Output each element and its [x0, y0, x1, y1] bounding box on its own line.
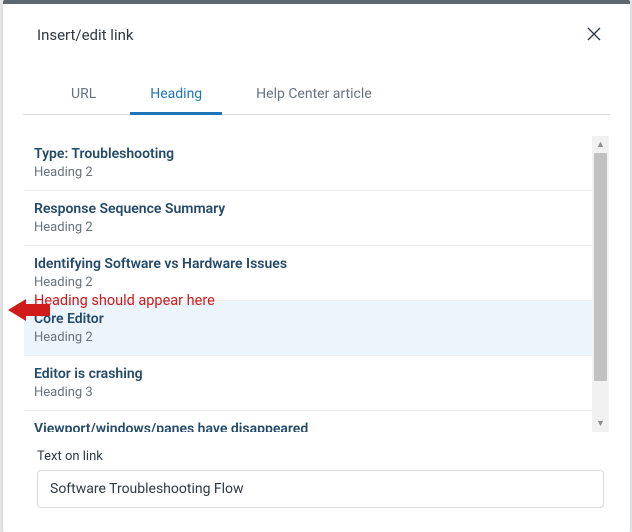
list-item[interactable]: Editor is crashing Heading 3: [24, 356, 592, 411]
heading-title: Identifying Software vs Hardware Issues: [34, 256, 582, 272]
list-item[interactable]: Response Sequence Summary Heading 2: [24, 191, 592, 246]
list-item[interactable]: Identifying Software vs Hardware Issues …: [24, 246, 592, 301]
tab-heading[interactable]: Heading: [130, 76, 222, 115]
text-on-link-label: Text on link: [37, 449, 604, 464]
text-on-link-input[interactable]: [37, 470, 604, 508]
list-item[interactable]: Type: Troubleshooting Heading 2: [24, 136, 592, 191]
heading-title: Editor is crashing: [34, 366, 582, 382]
list-item[interactable]: Core Editor Heading 2: [24, 301, 592, 356]
heading-level: Heading 2: [34, 220, 582, 235]
tab-url[interactable]: URL: [51, 76, 116, 115]
scroll-down-icon[interactable]: ▼: [592, 415, 609, 432]
heading-title: Response Sequence Summary: [34, 201, 582, 217]
tabs: URL Heading Help Center article: [23, 76, 610, 115]
heading-title: Core Editor: [34, 311, 582, 327]
heading-list: Type: Troubleshooting Heading 2 Response…: [23, 135, 610, 433]
list-item[interactable]: Viewport/windows/panes have disappeared: [24, 411, 592, 432]
heading-title: Type: Troubleshooting: [34, 146, 582, 162]
heading-title: Viewport/windows/panes have disappeared: [34, 421, 582, 432]
insert-link-modal: Insert/edit link URL Heading Help Center…: [3, 0, 630, 532]
heading-level: Heading 2: [34, 275, 582, 290]
scroll-up-icon[interactable]: ▲: [592, 136, 609, 153]
scrollbar[interactable]: ▲ ▼: [592, 136, 609, 432]
heading-level: Heading 3: [34, 385, 582, 400]
heading-level: Heading 2: [34, 165, 582, 180]
modal-title: Insert/edit link: [37, 26, 133, 44]
tab-help-center-article[interactable]: Help Center article: [236, 76, 391, 115]
close-icon[interactable]: [586, 26, 604, 44]
heading-level: Heading 2: [34, 330, 582, 345]
modal-header: Insert/edit link: [3, 4, 630, 58]
scrollbar-thumb[interactable]: [594, 153, 607, 381]
